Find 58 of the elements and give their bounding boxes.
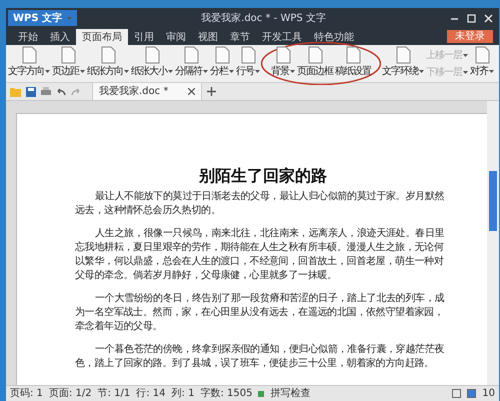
status-icon (258, 390, 264, 396)
caret-icon (45, 70, 50, 73)
menu-tab[interactable]: 开始 (12, 29, 44, 45)
caret-icon (463, 70, 468, 74)
ribbon-button[interactable]: 文字环绕 (381, 45, 425, 82)
status-text: 列: 1 (172, 387, 194, 401)
close-icon[interactable] (188, 88, 195, 95)
menu-tab[interactable]: 章节 (224, 29, 256, 45)
status-text: 页码: 1 (10, 387, 43, 401)
ribbon-button[interactable]: 对齐 (469, 45, 495, 82)
menu-tab[interactable]: 视图 (192, 29, 224, 45)
ribbon-button[interactable]: 背景 (270, 45, 296, 82)
menu-tab[interactable]: 插入 (44, 29, 76, 45)
status-text: 节: 1/1 (98, 386, 130, 401)
caret-icon (255, 70, 260, 73)
paragraph: 一个大雪纷纷的冬日，终告别了那一段贫瘠和苦涩的日子，踏上了北去的列车，成为一名空军战士。然而，家，在心田里从没有远去，在遥远的北国，依然守望着家园，牵念着年迈的父母。 (75, 292, 446, 334)
zoom-level: 10 (482, 387, 495, 401)
status-text: 行: 14 (136, 387, 166, 401)
paragraph: 一个暮色苍茫的傍晚，终拿到探亲假的通知，便归心似箭，准备行囊，穿越茫茫夜色，踏上了回家的路。到了县城，误了班车，便徒步三十公里，朝着家的方向赶路。 (75, 343, 446, 371)
menu-tab[interactable]: 页面布局 (76, 29, 128, 45)
save-icon[interactable] (26, 86, 36, 96)
maximize-icon[interactable] (467, 14, 476, 22)
ribbon-button[interactable]: 页边距 (51, 45, 86, 82)
ribbon-button[interactable]: 纸张方向 (86, 45, 130, 82)
paragraph: 人生之旅，很像一只候鸟，南来北往，北往南来，远离亲人，浪迹天涯处。春日里忘我地耕耘，夏日里艰辛的劳作，期待能在人生之秋有所丰硕。漫漫人生之旅，无论何以繁华，何以鼎盛，总会在人生的渡口，不经意间，回首故土，回首老屋，萌生一种对父母的牵念。倘若岁月静好，父母康健，心里就多了一抹暖。 (75, 227, 446, 283)
caret-icon (419, 70, 424, 73)
caret-icon (80, 70, 85, 73)
plus-icon[interactable] (207, 87, 216, 96)
caret-icon (290, 70, 295, 73)
caret-icon (229, 70, 234, 73)
ribbon-button[interactable]: 页面边框 (296, 45, 334, 82)
caret-icon (463, 54, 468, 56)
caret-icon (489, 70, 494, 73)
caret-icon (168, 70, 173, 73)
caret-icon (67, 16, 72, 20)
printer-icon[interactable] (41, 86, 51, 96)
scrollbar-thumb[interactable] (489, 171, 497, 231)
window-title: 我爱我家.doc * - WPS 文字 (201, 12, 326, 26)
caret-icon (203, 70, 208, 73)
ribbon-button[interactable]: 纸张大小 (130, 45, 174, 82)
app-menu-button[interactable]: WPS 文字 (8, 10, 78, 26)
menu-tab[interactable]: 审阅 (160, 29, 192, 45)
status-text: 字数: 1505 (200, 386, 252, 401)
ribbon-button[interactable]: 稿纸设置 (334, 45, 372, 82)
menu-tab[interactable]: 特色功能 (308, 29, 360, 45)
ribbon-button[interactable]: 分隔符 (174, 45, 209, 82)
document-title: 别陌生了回家的路 (198, 165, 328, 187)
paragraph: 最让人不能放下的莫过于日渐老去的父母，最让人归心似箭的莫过于家。岁月默然远去，这种情怀总会历久热切的。 (75, 190, 446, 218)
status-text: 页面: 1/2 (48, 387, 92, 401)
ribbon-button[interactable]: 行号 (235, 45, 261, 82)
ribbon-button[interactable]: 分栏 (209, 45, 235, 82)
menu-tab[interactable]: 引用 (128, 29, 160, 45)
menu-tab[interactable]: 开发工具 (256, 29, 308, 45)
spell-check-button[interactable]: 拼写检查 (270, 386, 310, 401)
ribbon-button[interactable]: 文字方向 (7, 45, 51, 82)
caret-icon (124, 70, 129, 73)
undo-icon[interactable] (56, 88, 66, 96)
scrollbar[interactable] (487, 101, 499, 385)
